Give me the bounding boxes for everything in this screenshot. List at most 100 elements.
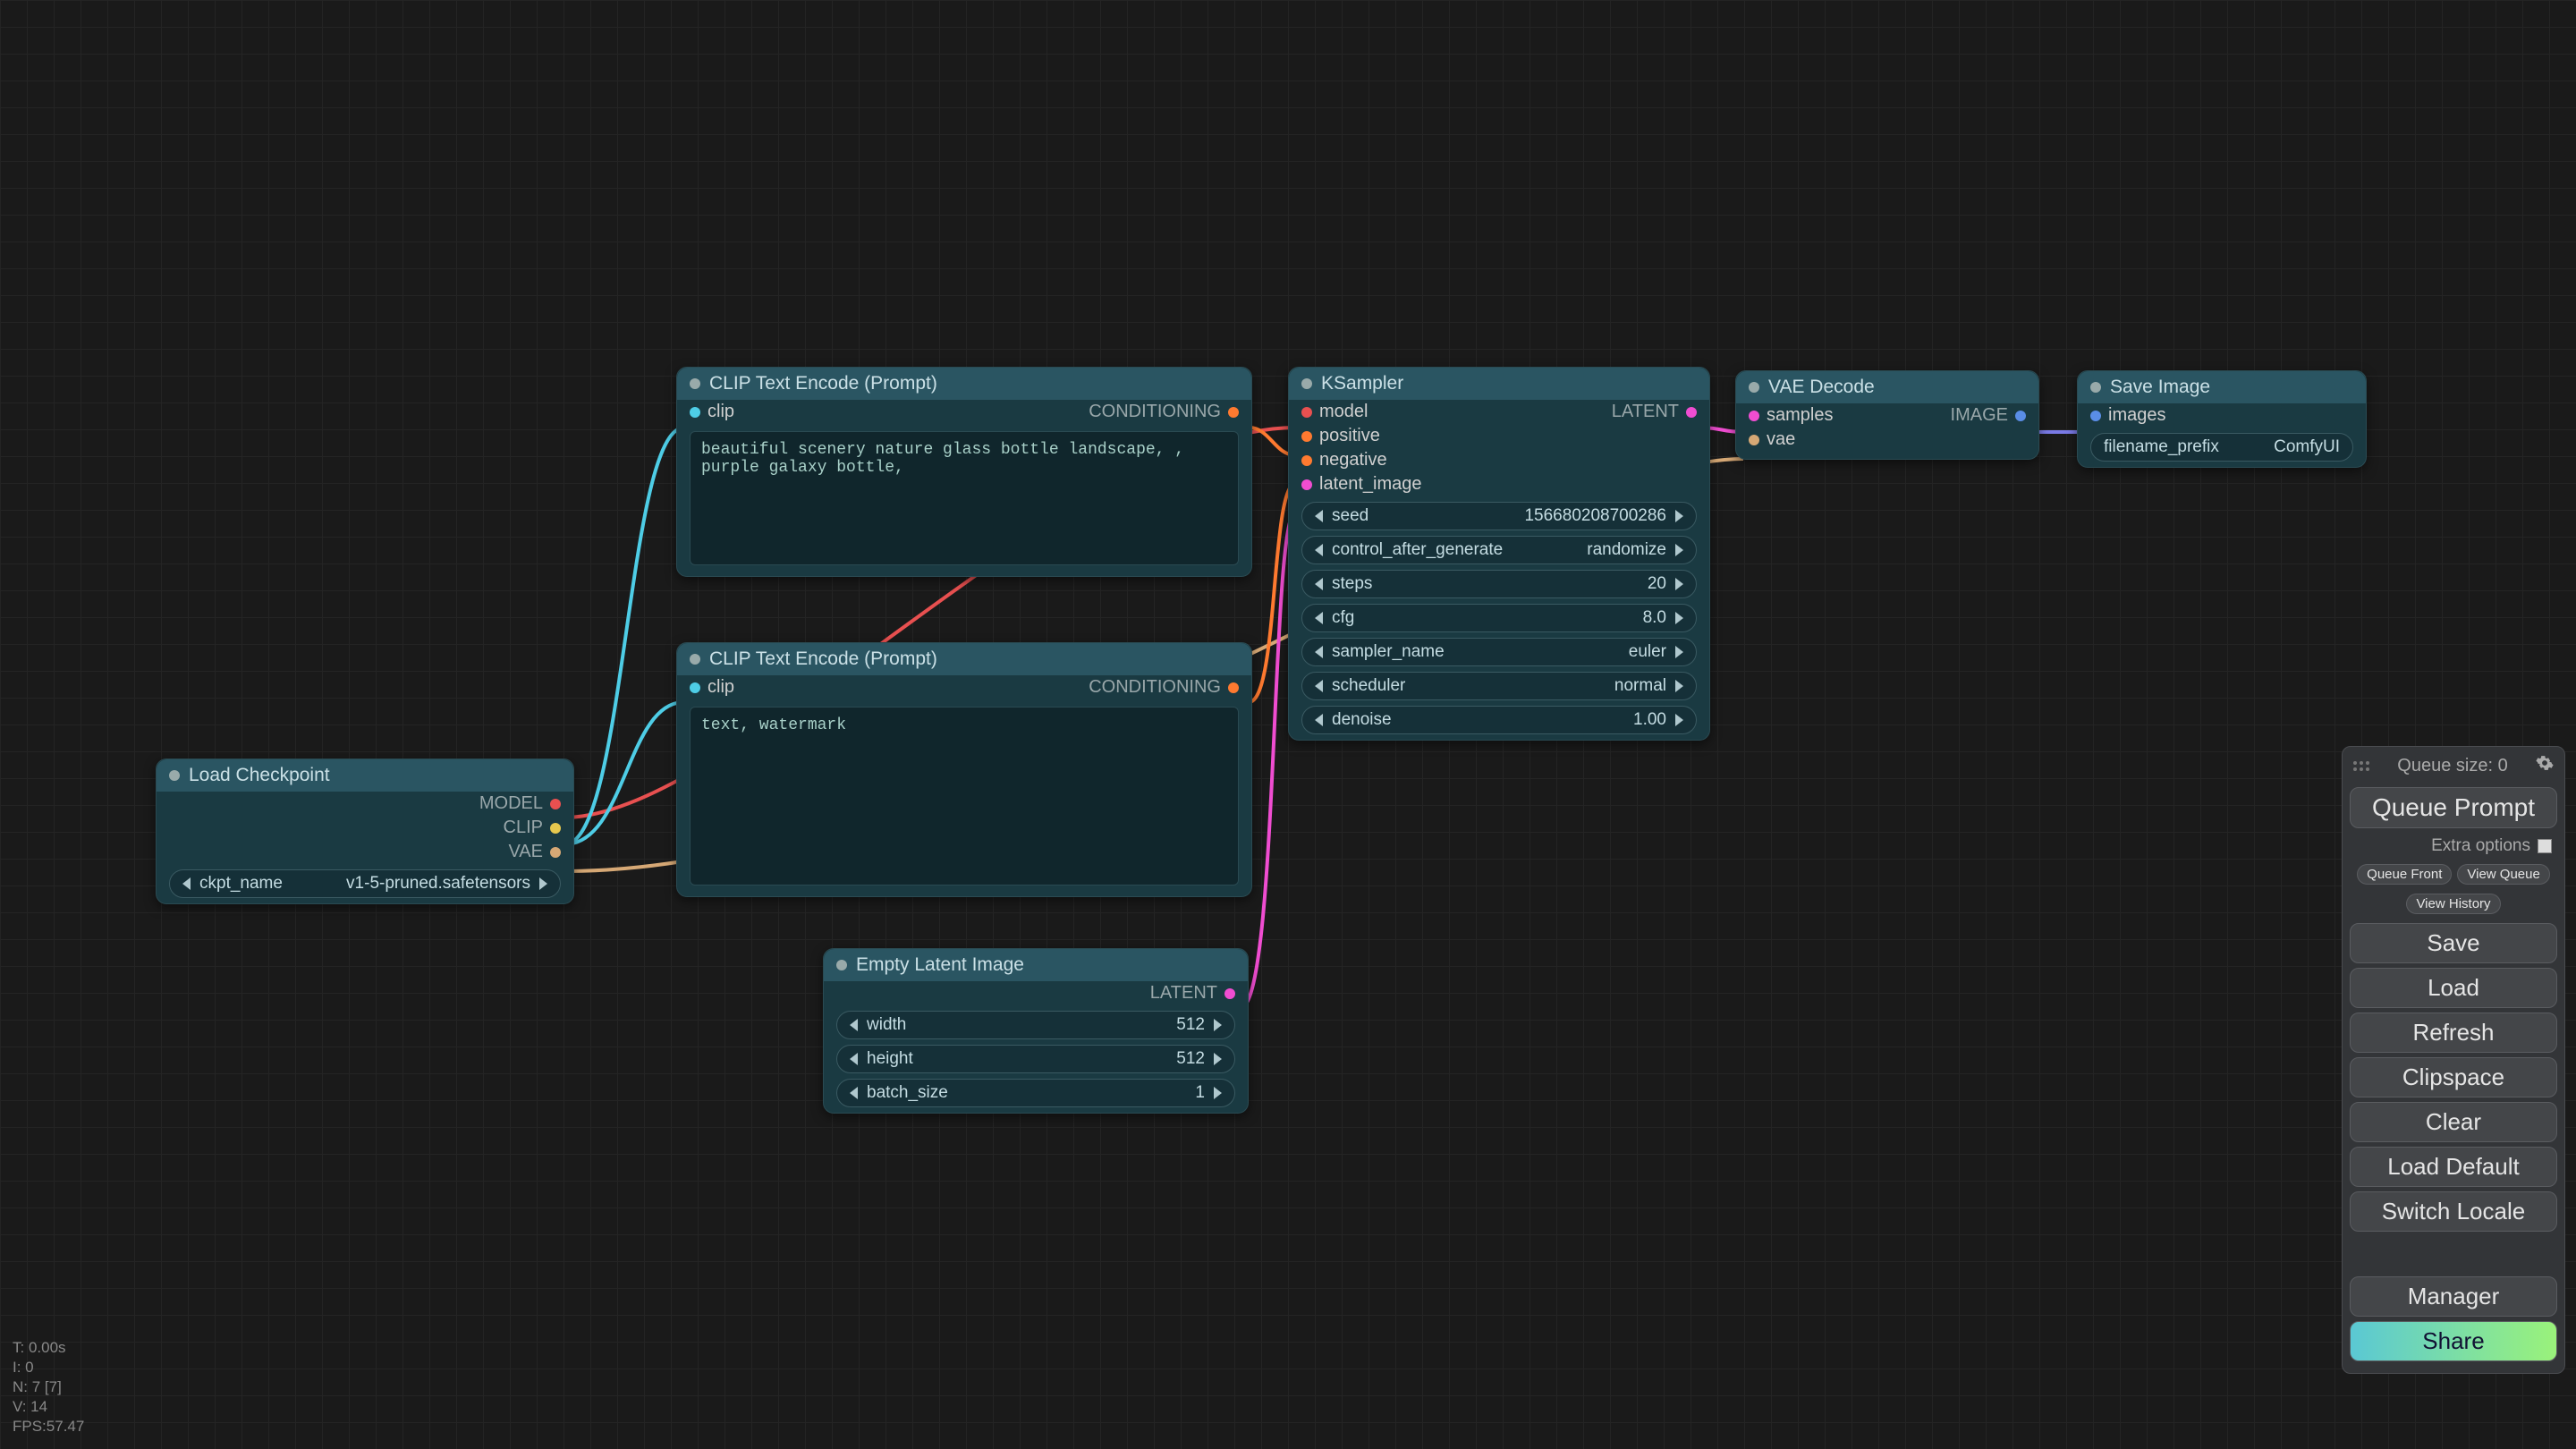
triangle-right-icon <box>1675 714 1683 726</box>
output-latent[interactable]: LATENT <box>1612 402 1697 422</box>
side-panel[interactable]: Queue size: 0 Queue Prompt Extra options… <box>2342 746 2565 1374</box>
node-ksampler[interactable]: KSampler model LATENT positive negative l… <box>1288 367 1710 741</box>
load-default-button[interactable]: Load Default <box>2350 1147 2557 1187</box>
manager-button[interactable]: Manager <box>2350 1276 2557 1317</box>
port-dot-icon <box>1301 407 1312 418</box>
input-model[interactable]: model <box>1301 402 1368 422</box>
port-dot-icon <box>1228 407 1239 418</box>
port-dot-icon <box>1224 988 1235 999</box>
node-title[interactable]: Save Image <box>2078 371 2366 403</box>
input-clip[interactable]: clip <box>690 402 734 422</box>
input-clip[interactable]: clip <box>690 677 734 698</box>
widget-height[interactable]: height512 <box>836 1045 1235 1073</box>
port-dot-icon <box>690 407 700 418</box>
port-dot-icon <box>1301 431 1312 442</box>
input-negative[interactable]: negative <box>1301 450 1387 470</box>
gear-icon[interactable] <box>2536 754 2554 777</box>
triangle-left-icon <box>1315 544 1323 556</box>
node-title[interactable]: Empty Latent Image <box>824 949 1248 981</box>
share-button[interactable]: Share <box>2350 1321 2557 1361</box>
node-title[interactable]: VAE Decode <box>1736 371 2038 403</box>
clipspace-button[interactable]: Clipspace <box>2350 1057 2557 1097</box>
widget-label: ckpt_name <box>199 874 283 894</box>
title-text: Save Image <box>2110 377 2210 398</box>
prompt-textarea[interactable]: text, watermark <box>690 707 1239 886</box>
node-empty-latent[interactable]: Empty Latent Image LATENT width512 heigh… <box>823 948 1249 1114</box>
port-dot-icon <box>550 847 561 858</box>
node-title[interactable]: KSampler <box>1289 368 1709 400</box>
widget-scheduler[interactable]: schedulernormal <box>1301 672 1697 700</box>
output-model[interactable]: MODEL <box>479 793 561 814</box>
drag-handle-icon[interactable] <box>2353 761 2369 771</box>
node-title[interactable]: CLIP Text Encode (Prompt) <box>677 368 1251 400</box>
widget-denoise[interactable]: denoise1.00 <box>1301 706 1697 734</box>
widget-filename-prefix[interactable]: filename_prefixComfyUI <box>2090 433 2353 462</box>
triangle-left-icon <box>1315 680 1323 692</box>
extra-options-checkbox[interactable] <box>2538 839 2552 853</box>
prompt-textarea[interactable]: beautiful scenery nature glass bottle la… <box>690 431 1239 565</box>
port-dot-icon <box>2015 411 2026 421</box>
queue-front-button[interactable]: Queue Front <box>2357 864 2452 885</box>
widget-ckpt-name[interactable]: ckpt_name v1-5-pruned.safetensors <box>169 869 561 898</box>
port-dot-icon <box>550 823 561 834</box>
triangle-left-icon <box>182 877 191 890</box>
save-button[interactable]: Save <box>2350 923 2557 963</box>
node-title[interactable]: CLIP Text Encode (Prompt) <box>677 643 1251 675</box>
triangle-left-icon <box>850 1087 858 1099</box>
widget-seed[interactable]: seed156680208700286 <box>1301 502 1697 530</box>
widget-control-after-generate[interactable]: control_after_generaterandomize <box>1301 536 1697 564</box>
title-text: Empty Latent Image <box>856 954 1024 976</box>
refresh-button[interactable]: Refresh <box>2350 1013 2557 1053</box>
output-vae[interactable]: VAE <box>508 842 561 862</box>
input-latent-image[interactable]: latent_image <box>1301 474 1422 495</box>
node-title[interactable]: Load Checkpoint <box>157 759 573 792</box>
triangle-right-icon <box>1675 544 1683 556</box>
triangle-right-icon <box>1675 680 1683 692</box>
widget-sampler-name[interactable]: sampler_nameeuler <box>1301 638 1697 666</box>
queue-prompt-button[interactable]: Queue Prompt <box>2350 787 2557 828</box>
node-clip-encode-positive[interactable]: CLIP Text Encode (Prompt) clip CONDITION… <box>676 367 1252 577</box>
widget-batch-size[interactable]: batch_size1 <box>836 1079 1235 1107</box>
output-conditioning[interactable]: CONDITIONING <box>1089 402 1239 422</box>
port-dot-icon <box>1301 455 1312 466</box>
node-save-image[interactable]: Save Image images filename_prefixComfyUI <box>2077 370 2367 468</box>
widget-steps[interactable]: steps20 <box>1301 570 1697 598</box>
title-text: CLIP Text Encode (Prompt) <box>709 648 937 670</box>
input-vae[interactable]: vae <box>1749 429 1795 450</box>
input-images[interactable]: images <box>2090 405 2165 426</box>
triangle-right-icon <box>1675 612 1683 624</box>
output-image[interactable]: IMAGE <box>1951 405 2026 426</box>
clear-button[interactable]: Clear <box>2350 1102 2557 1142</box>
node-clip-encode-negative[interactable]: CLIP Text Encode (Prompt) clip CONDITION… <box>676 642 1252 897</box>
node-load-checkpoint[interactable]: Load Checkpoint MODEL CLIP VAE ckpt_name… <box>156 758 574 904</box>
widget-value: v1-5-pruned.safetensors <box>346 874 530 894</box>
node-vae-decode[interactable]: VAE Decode samples IMAGE vae <box>1735 370 2039 460</box>
output-conditioning[interactable]: CONDITIONING <box>1089 677 1239 698</box>
triangle-right-icon <box>1214 1087 1222 1099</box>
switch-locale-button[interactable]: Switch Locale <box>2350 1191 2557 1232</box>
extra-options-label: Extra options <box>2431 836 2530 856</box>
view-queue-button[interactable]: View Queue <box>2457 864 2549 885</box>
input-positive[interactable]: positive <box>1301 426 1380 446</box>
input-samples[interactable]: samples <box>1749 405 1833 426</box>
port-dot-icon <box>690 682 700 693</box>
triangle-right-icon <box>539 877 547 890</box>
widget-cfg[interactable]: cfg8.0 <box>1301 604 1697 632</box>
title-text: Load Checkpoint <box>189 765 330 786</box>
view-history-button[interactable]: View History <box>2406 894 2500 914</box>
triangle-left-icon <box>850 1053 858 1065</box>
output-clip[interactable]: CLIP <box>504 818 561 838</box>
triangle-left-icon <box>1315 510 1323 522</box>
node-canvas[interactable]: Load Checkpoint MODEL CLIP VAE ckpt_name… <box>0 0 2576 1449</box>
load-button[interactable]: Load <box>2350 968 2557 1008</box>
port-dot-icon <box>1228 682 1239 693</box>
title-text: CLIP Text Encode (Prompt) <box>709 373 937 394</box>
triangle-left-icon <box>1315 578 1323 590</box>
triangle-right-icon <box>1675 510 1683 522</box>
port-dot-icon <box>1749 435 1759 445</box>
widget-width[interactable]: width512 <box>836 1011 1235 1039</box>
triangle-right-icon <box>1675 646 1683 658</box>
port-dot-icon <box>1301 479 1312 490</box>
output-latent[interactable]: LATENT <box>1150 983 1235 1004</box>
triangle-right-icon <box>1214 1019 1222 1031</box>
